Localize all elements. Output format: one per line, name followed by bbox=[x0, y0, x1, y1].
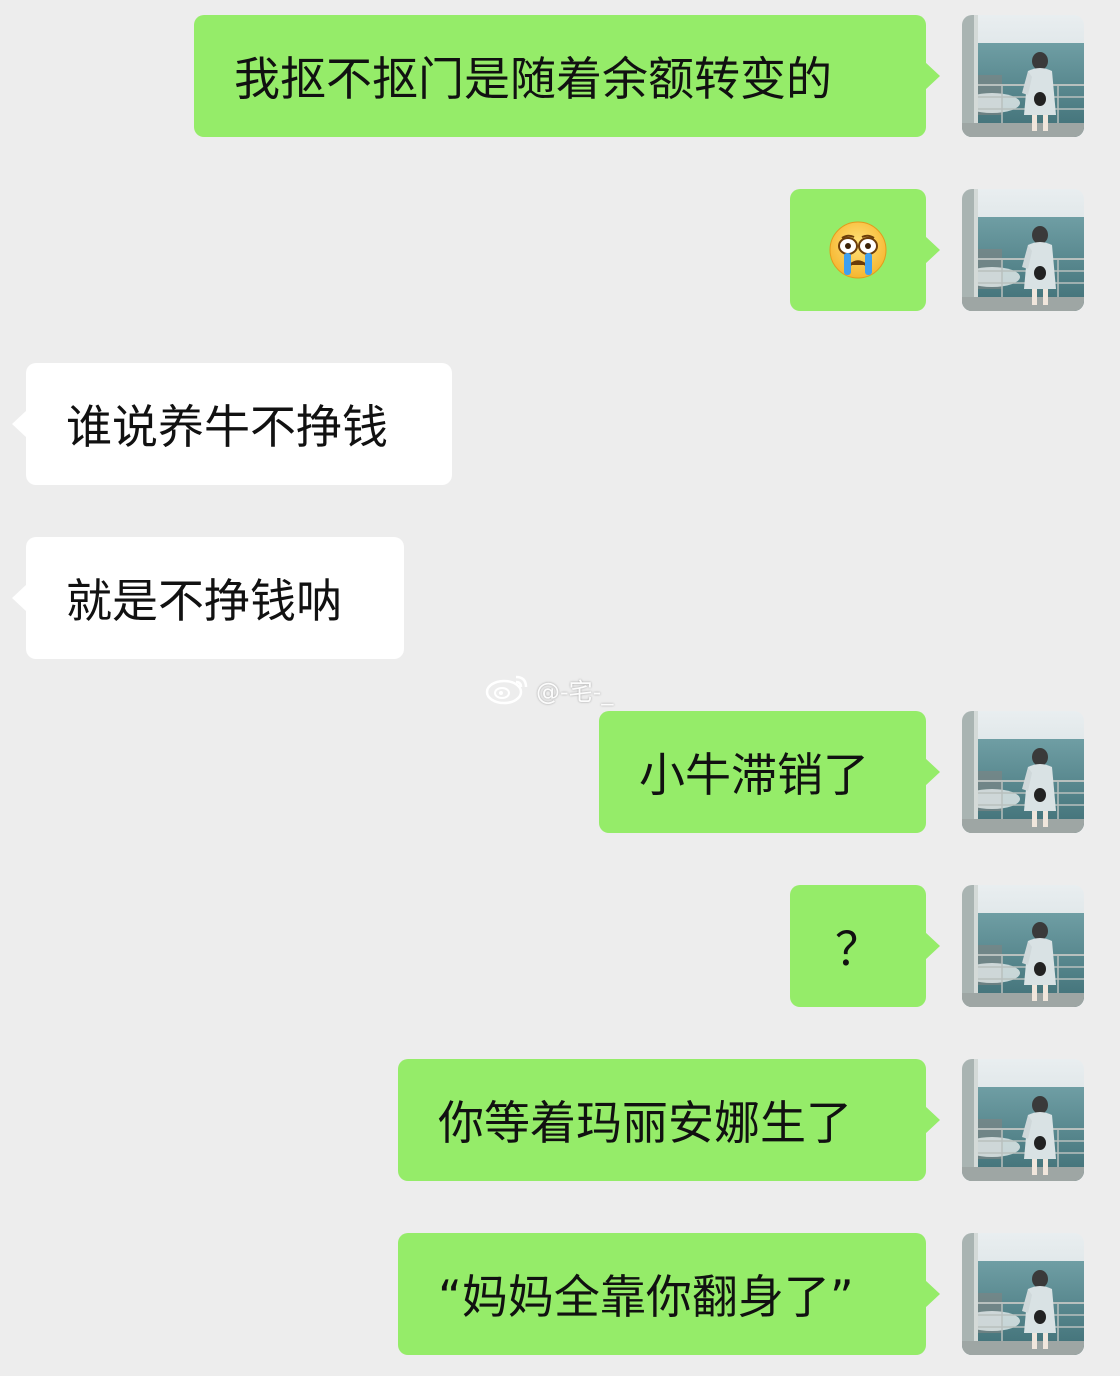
message-bubble-incoming[interactable]: 就是不挣钱呐 bbox=[12, 537, 404, 659]
message-bubble-outgoing[interactable]: 你等着玛丽安娜生了 bbox=[398, 1059, 940, 1181]
message-text: 谁说养牛不挣钱 bbox=[66, 400, 388, 454]
message-row-outgoing bbox=[0, 189, 1120, 311]
message-text: ？ bbox=[835, 922, 881, 976]
weibo-icon bbox=[485, 675, 528, 705]
avatar[interactable] bbox=[962, 885, 1084, 1007]
message-row-outgoing: 我抠不抠门是随着余额转变的 bbox=[0, 15, 1120, 137]
message-row-incoming: 谁说养牛不挣钱 bbox=[0, 363, 1120, 485]
watermark: @-宅-_ bbox=[484, 672, 613, 706]
watermark-text: @-宅-_ bbox=[536, 677, 614, 706]
message-row-outgoing: “妈妈全靠你翻身了” bbox=[0, 1233, 1120, 1355]
message-row-outgoing: 小牛滞销了 bbox=[0, 711, 1120, 833]
message-text: “妈妈全靠你翻身了” bbox=[438, 1270, 854, 1324]
message-bubble-outgoing[interactable]: 我抠不抠门是随着余额转变的 bbox=[194, 15, 940, 137]
message-row-incoming: 就是不挣钱呐 bbox=[0, 537, 1120, 659]
message-text: 我抠不抠门是随着余额转变的 bbox=[234, 52, 832, 106]
message-bubble-outgoing[interactable]: “妈妈全靠你翻身了” bbox=[398, 1233, 940, 1355]
avatar[interactable] bbox=[962, 1233, 1084, 1355]
message-row-outgoing: 你等着玛丽安娜生了 bbox=[0, 1059, 1120, 1181]
avatar[interactable] bbox=[962, 189, 1084, 311]
avatar[interactable] bbox=[962, 1059, 1084, 1181]
message-row-outgoing: ？ bbox=[0, 885, 1120, 1007]
crying-face-emoji bbox=[829, 221, 887, 279]
message-text: 你等着玛丽安娜生了 bbox=[438, 1096, 852, 1150]
message-bubble-outgoing[interactable] bbox=[790, 189, 940, 311]
message-text: 小牛滞销了 bbox=[639, 748, 869, 802]
avatar[interactable] bbox=[962, 711, 1084, 833]
message-bubble-outgoing[interactable]: 小牛滞销了 bbox=[599, 711, 940, 833]
message-bubble-outgoing[interactable]: ？ bbox=[790, 885, 940, 1007]
message-bubble-incoming[interactable]: 谁说养牛不挣钱 bbox=[12, 363, 452, 485]
avatar[interactable] bbox=[962, 15, 1084, 137]
chat-window: 我抠不抠门是随着余额转变的 谁说养牛不挣钱 就是不挣钱呐 @-宅-_ 小牛滞销了… bbox=[0, 0, 1120, 1376]
message-text: 就是不挣钱呐 bbox=[66, 574, 342, 628]
